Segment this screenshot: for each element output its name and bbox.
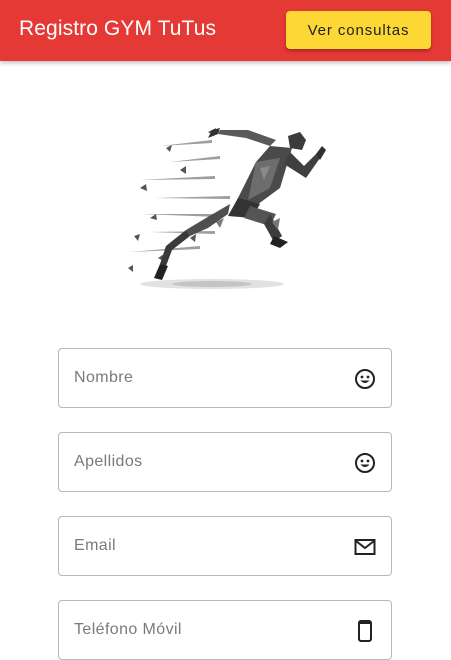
smiley-icon bbox=[353, 451, 377, 475]
runner-illustration bbox=[120, 118, 330, 303]
app-title: Registro GYM TuTus bbox=[19, 17, 217, 40]
first-name-input[interactable] bbox=[74, 349, 344, 407]
mobile-phone-field[interactable] bbox=[58, 600, 392, 660]
view-consultations-button[interactable]: Ver consultas bbox=[286, 11, 431, 49]
first-name-field[interactable] bbox=[58, 348, 392, 408]
mobile-phone-input[interactable] bbox=[74, 601, 344, 659]
email-input[interactable] bbox=[74, 517, 344, 575]
last-name-field[interactable] bbox=[58, 432, 392, 492]
email-field[interactable] bbox=[58, 516, 392, 576]
phone-icon bbox=[353, 619, 377, 643]
last-name-input[interactable] bbox=[74, 433, 344, 491]
smiley-icon bbox=[353, 367, 377, 391]
app-bar: Registro GYM TuTus Ver consultas bbox=[0, 0, 451, 61]
mail-icon bbox=[353, 535, 377, 559]
